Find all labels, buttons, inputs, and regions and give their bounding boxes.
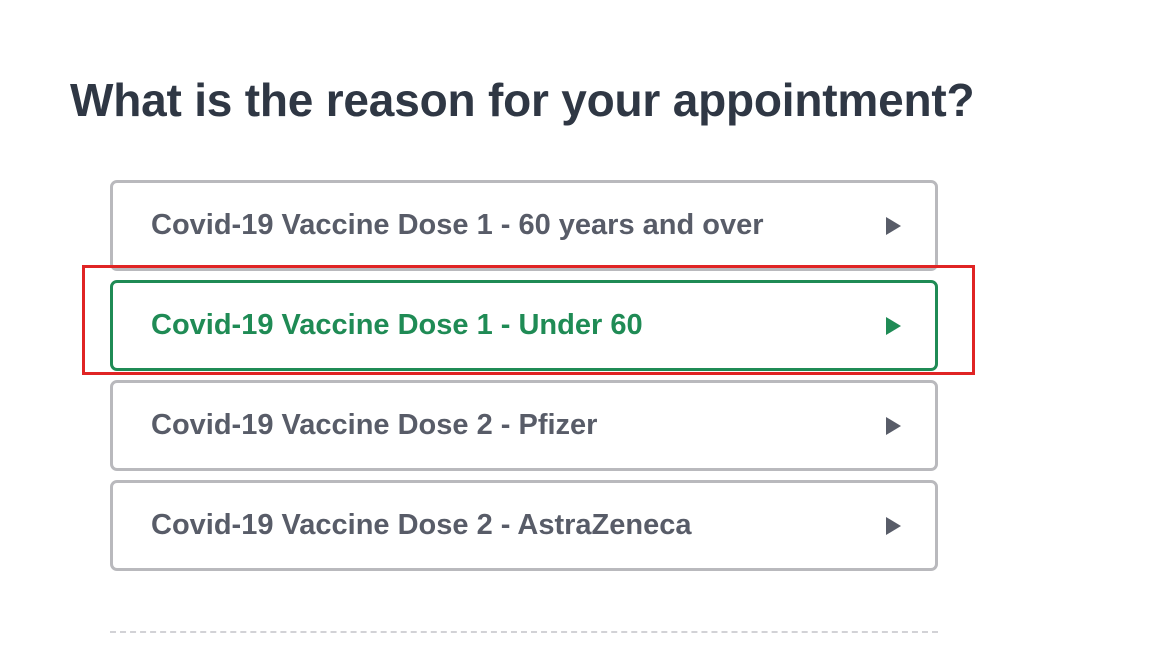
option-label: Covid-19 Vaccine Dose 2 - AstraZeneca xyxy=(151,509,692,541)
appointment-reason-list: Covid-19 Vaccine Dose 1 - 60 years and o… xyxy=(110,180,938,580)
option-dose1-under-60[interactable]: Covid-19 Vaccine Dose 1 - Under 60 xyxy=(110,280,938,371)
dashed-divider xyxy=(110,631,938,633)
page: What is the reason for your appointment?… xyxy=(0,0,1156,648)
option-label: Covid-19 Vaccine Dose 1 - 60 years and o… xyxy=(151,209,764,241)
option-label: Covid-19 Vaccine Dose 1 - Under 60 xyxy=(151,309,643,341)
page-title: What is the reason for your appointment? xyxy=(70,74,975,126)
option-label: Covid-19 Vaccine Dose 2 - Pfizer xyxy=(151,409,598,441)
option-dose2-astrazeneca[interactable]: Covid-19 Vaccine Dose 2 - AstraZeneca xyxy=(110,480,938,571)
option-dose1-60-and-over[interactable]: Covid-19 Vaccine Dose 1 - 60 years and o… xyxy=(110,180,938,271)
caret-right-icon xyxy=(886,516,901,535)
caret-right-icon xyxy=(886,416,901,435)
caret-right-icon xyxy=(886,216,901,235)
option-dose2-pfizer[interactable]: Covid-19 Vaccine Dose 2 - Pfizer xyxy=(110,380,938,471)
caret-right-icon xyxy=(886,316,901,335)
